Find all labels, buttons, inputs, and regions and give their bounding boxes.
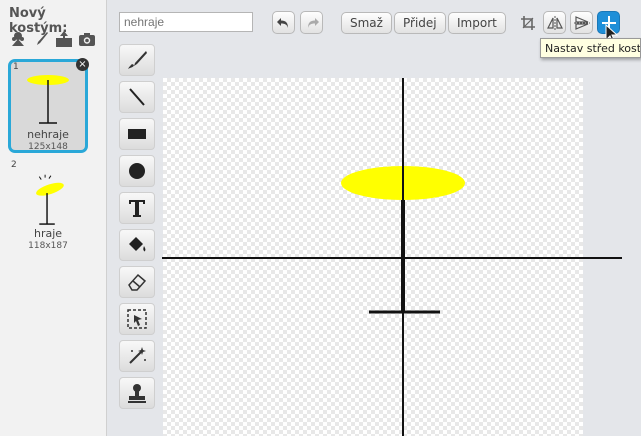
costume-size: 125x148 xyxy=(28,142,68,152)
paint-new-icon[interactable] xyxy=(9,30,27,48)
paint-editor: Smaž Přidej Import xyxy=(107,0,641,436)
costume-size: 118x187 xyxy=(28,241,68,251)
brush-icon[interactable] xyxy=(32,30,50,48)
new-costume-tools xyxy=(9,30,96,48)
costume-item-selected[interactable]: 1 × nehraje 125x148 xyxy=(8,58,89,153)
costume-name: hraje xyxy=(33,227,63,240)
set-center-tooltip: Nastav střed kostýmu xyxy=(540,38,641,58)
camera-icon[interactable] xyxy=(78,30,96,48)
upload-icon[interactable] xyxy=(55,30,73,48)
costume-drawing xyxy=(162,78,622,436)
costume-item[interactable]: 2 hraje 118x187 xyxy=(8,160,88,254)
costume-name: nehraje xyxy=(27,128,69,141)
costume-thumbnail xyxy=(27,75,69,124)
costumes-panel: Nový kostým: 1 × nehraje 125x148 2 hraje… xyxy=(0,0,107,436)
costume-thumbnail xyxy=(36,174,64,225)
